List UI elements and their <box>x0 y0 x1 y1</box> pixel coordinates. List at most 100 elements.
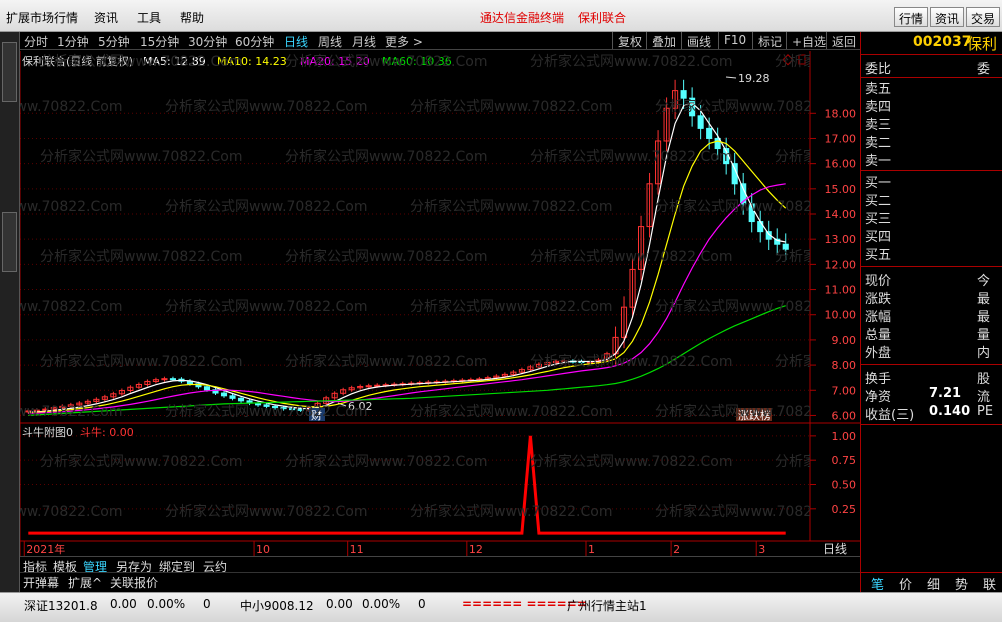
sell3-label: 卖三 <box>865 118 892 133</box>
zx-index[interactable]: 中小9008.12 <box>240 597 314 614</box>
ma5-legend: MA5: 12.89 <box>143 55 206 68</box>
y-tick-label: 13.00 <box>825 233 857 246</box>
candle-body <box>374 384 381 387</box>
candle-body <box>757 221 764 233</box>
sell4-label: 卖四 <box>865 100 892 115</box>
price-label: 现价 <box>865 274 892 289</box>
cai-badge[interactable]: 财 <box>311 408 322 422</box>
y-tick-label: 9.00 <box>832 334 857 347</box>
sell1-label: 卖一 <box>865 154 892 169</box>
btn-quotes[interactable]: 行情 <box>894 7 929 27</box>
candle-body <box>706 127 713 139</box>
candle-body <box>289 408 296 411</box>
net-asset-label: 净资 <box>865 390 892 405</box>
period-monthly[interactable]: 月线 <box>352 33 376 50</box>
share-label: 股 <box>977 372 991 387</box>
menu-help[interactable]: 帮助 <box>180 9 204 26</box>
period-60min[interactable]: 60分钟 <box>235 33 274 50</box>
candle-body <box>169 378 176 381</box>
tab-expand[interactable]: 扩展^ <box>68 574 102 591</box>
buy1-label: 买一 <box>865 176 892 191</box>
indicator-tabs: 指标 模板 管理 另存为 绑定到 云约 <box>20 556 860 574</box>
btn-back[interactable]: 返回 <box>826 32 861 49</box>
candle-body <box>297 408 304 411</box>
period-tick[interactable]: 分时 <box>24 33 48 50</box>
btn-overlay[interactable]: 叠加 <box>646 32 681 49</box>
candle-body <box>280 407 287 410</box>
eps-value: 0.140 <box>929 404 971 419</box>
y-tick-label: 14.00 <box>825 208 857 221</box>
turnover-label: 换手 <box>865 372 892 387</box>
menu-ext-market[interactable]: 扩展市场行情 <box>6 9 78 26</box>
extra-tabs: 开弹幕 扩展^ 关联报价 <box>20 572 860 591</box>
sub-y-tick-label: 0.25 <box>832 503 857 516</box>
btn-news[interactable]: 资讯 <box>930 7 965 27</box>
sub-chart-value: 斗牛: 0.00 <box>80 425 134 439</box>
left-side-button[interactable] <box>2 42 17 102</box>
zdb-badge[interactable]: 涨跌榜 <box>738 408 771 422</box>
y-tick-label: 6.00 <box>832 409 857 422</box>
x-tick-label: 10 <box>256 543 270 556</box>
volume-label: 总量 <box>865 328 892 343</box>
candle-body <box>689 97 696 117</box>
y-tick-label: 18.00 <box>825 107 857 120</box>
y-tick-label: 10.00 <box>825 309 857 322</box>
promo-tdx-terminal[interactable]: 通达信金融终端 <box>480 9 564 26</box>
zx-volume: 0 <box>418 597 426 611</box>
change-label: 涨跌 <box>865 292 892 307</box>
btn-mark[interactable]: 标记 <box>752 32 787 49</box>
tab-detail[interactable]: 细 <box>927 574 940 593</box>
low-label: 最 <box>977 310 991 325</box>
tab-related[interactable]: 联 <box>983 574 996 593</box>
menu-tools[interactable]: 工具 <box>137 9 161 26</box>
sell5-label: 卖五 <box>865 82 892 97</box>
status-bar: 深证13201.8 0.00 0.00% 0 中小9008.12 0.00 0.… <box>0 592 1002 622</box>
menu-news[interactable]: 资讯 <box>94 9 118 26</box>
candle-body <box>680 90 687 99</box>
sz-change-pct: 0.00% <box>147 597 186 611</box>
promo-stock-name[interactable]: 保利联合 <box>578 9 626 26</box>
quote-panel: 002037 保利 委比 委 卖五 卖四 卖三 卖二 卖一 买一 买二 买三 买… <box>819 32 1002 593</box>
candle-body <box>229 395 236 399</box>
ma60-legend: MA60: 10.36 <box>382 55 452 68</box>
btn-adjust-price[interactable]: 复权 <box>612 32 647 49</box>
x-tick-label: 3 <box>758 543 765 556</box>
chart-stock-title: 保利联合(日线 前复权) <box>22 54 133 68</box>
sub-y-tick-label: 0.50 <box>832 479 857 492</box>
sz-index[interactable]: 深证13201.8 <box>24 597 98 614</box>
outer-vol-label: 外盘 <box>865 346 892 361</box>
pe-label: PE <box>977 404 994 419</box>
left-side-button[interactable] <box>2 212 17 272</box>
stock-name: 保利 <box>967 35 998 53</box>
buy3-label: 买三 <box>865 212 892 227</box>
low-price-label: 6.02 <box>348 400 373 413</box>
tab-ticks[interactable]: 笔 <box>871 574 884 593</box>
btn-add-watchlist[interactable]: +自选 <box>786 32 831 49</box>
period-5min[interactable]: 5分钟 <box>98 33 130 50</box>
x-tick-label: 11 <box>350 543 364 556</box>
period-1min[interactable]: 1分钟 <box>57 33 89 50</box>
sub-chart-title: 斗牛附图0 <box>22 425 73 439</box>
server-station[interactable]: 广州行情主站1 <box>567 597 647 614</box>
x-tick-label: 2021年 <box>26 542 65 556</box>
btn-draw-line[interactable]: 画线 <box>681 32 716 49</box>
ratio-label: 量 <box>977 328 991 343</box>
period-weekly[interactable]: 周线 <box>318 33 342 50</box>
btn-trade[interactable]: 交易 <box>966 7 1001 27</box>
candle-body <box>220 392 228 397</box>
btn-f10[interactable]: F10 <box>718 32 751 49</box>
menu-bar: 扩展市场行情 资讯 工具 帮助 通达信金融终端 保利联合 行情 资讯 交易 <box>0 0 1002 32</box>
tab-trend[interactable]: 势 <box>955 574 968 593</box>
open-label: 今 <box>977 274 991 289</box>
tab-price[interactable]: 价 <box>899 574 912 593</box>
x-tick-label: 1 <box>588 543 595 556</box>
period-more[interactable]: 更多 > <box>385 33 423 50</box>
period-15min[interactable]: 15分钟 <box>140 33 179 50</box>
y-tick-label: 7.00 <box>832 384 857 397</box>
period-daily[interactable]: 日线 <box>284 33 308 50</box>
zx-change: 0.00 <box>326 597 353 611</box>
tab-related-quotes[interactable]: 关联报价 <box>110 574 158 591</box>
period-30min[interactable]: 30分钟 <box>188 33 227 50</box>
kline-chart-area[interactable]: 6.007.008.009.0010.0011.0012.0013.0014.0… <box>20 51 860 556</box>
tab-danmaku[interactable]: 开弹幕 <box>23 574 59 591</box>
